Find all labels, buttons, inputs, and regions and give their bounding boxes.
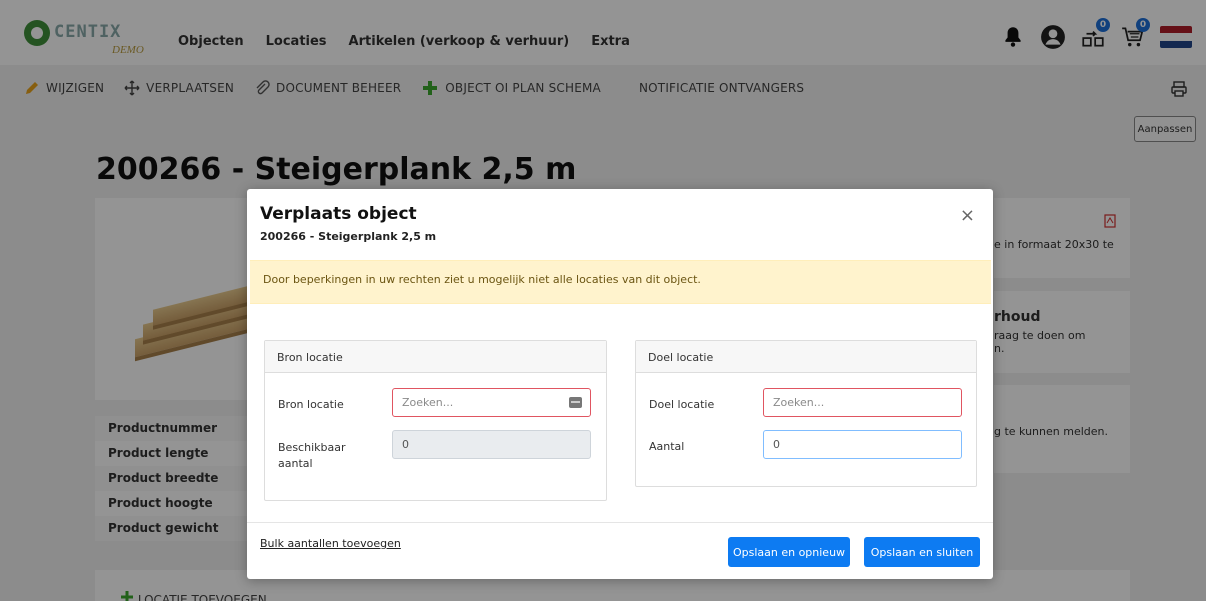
bron-locatie-label: Bron locatie	[278, 398, 344, 411]
bron-locatie-panel: Bron locatie Bron locatie Zoeken... Besc…	[264, 340, 607, 501]
doel-locatie-label: Doel locatie	[649, 398, 715, 411]
bron-locatie-input[interactable]: Zoeken...	[392, 388, 591, 417]
opslaan-en-sluiten-button[interactable]: Opslaan en sluiten	[864, 537, 980, 567]
beschikbaar-aantal-label: Beschikbaar aantal	[278, 441, 346, 470]
doel-locatie-panel: Doel locatie Doel locatie Zoeken... Aant…	[635, 340, 977, 487]
doel-locatie-placeholder: Zoeken...	[773, 396, 825, 409]
bulk-aantallen-link[interactable]: Bulk aantallen toevoegen	[260, 537, 401, 550]
modal-subtitle: 200266 - Steigerplank 2,5 m	[260, 230, 437, 243]
close-icon[interactable]: ×	[960, 205, 975, 226]
aantal-input[interactable]: 0	[763, 430, 962, 459]
beschikbaar-aantal-field: 0	[392, 430, 591, 459]
bron-panel-header: Bron locatie	[265, 341, 606, 373]
modal-title: Verplaats object	[260, 204, 417, 224]
opslaan-en-opnieuw-button[interactable]: Opslaan en opnieuw	[728, 537, 850, 567]
aantal-label: Aantal	[649, 440, 685, 453]
permission-warning-alert: Door beperkingen in uw rechten ziet u mo…	[250, 260, 991, 304]
modal-footer-divider	[247, 522, 993, 523]
doel-panel-header: Doel locatie	[636, 341, 976, 373]
doel-locatie-input[interactable]: Zoeken...	[763, 388, 962, 417]
keyboard-icon[interactable]	[569, 397, 582, 408]
bron-locatie-placeholder: Zoeken...	[402, 396, 454, 409]
verplaats-object-modal: Verplaats object 200266 - Steigerplank 2…	[247, 189, 993, 579]
